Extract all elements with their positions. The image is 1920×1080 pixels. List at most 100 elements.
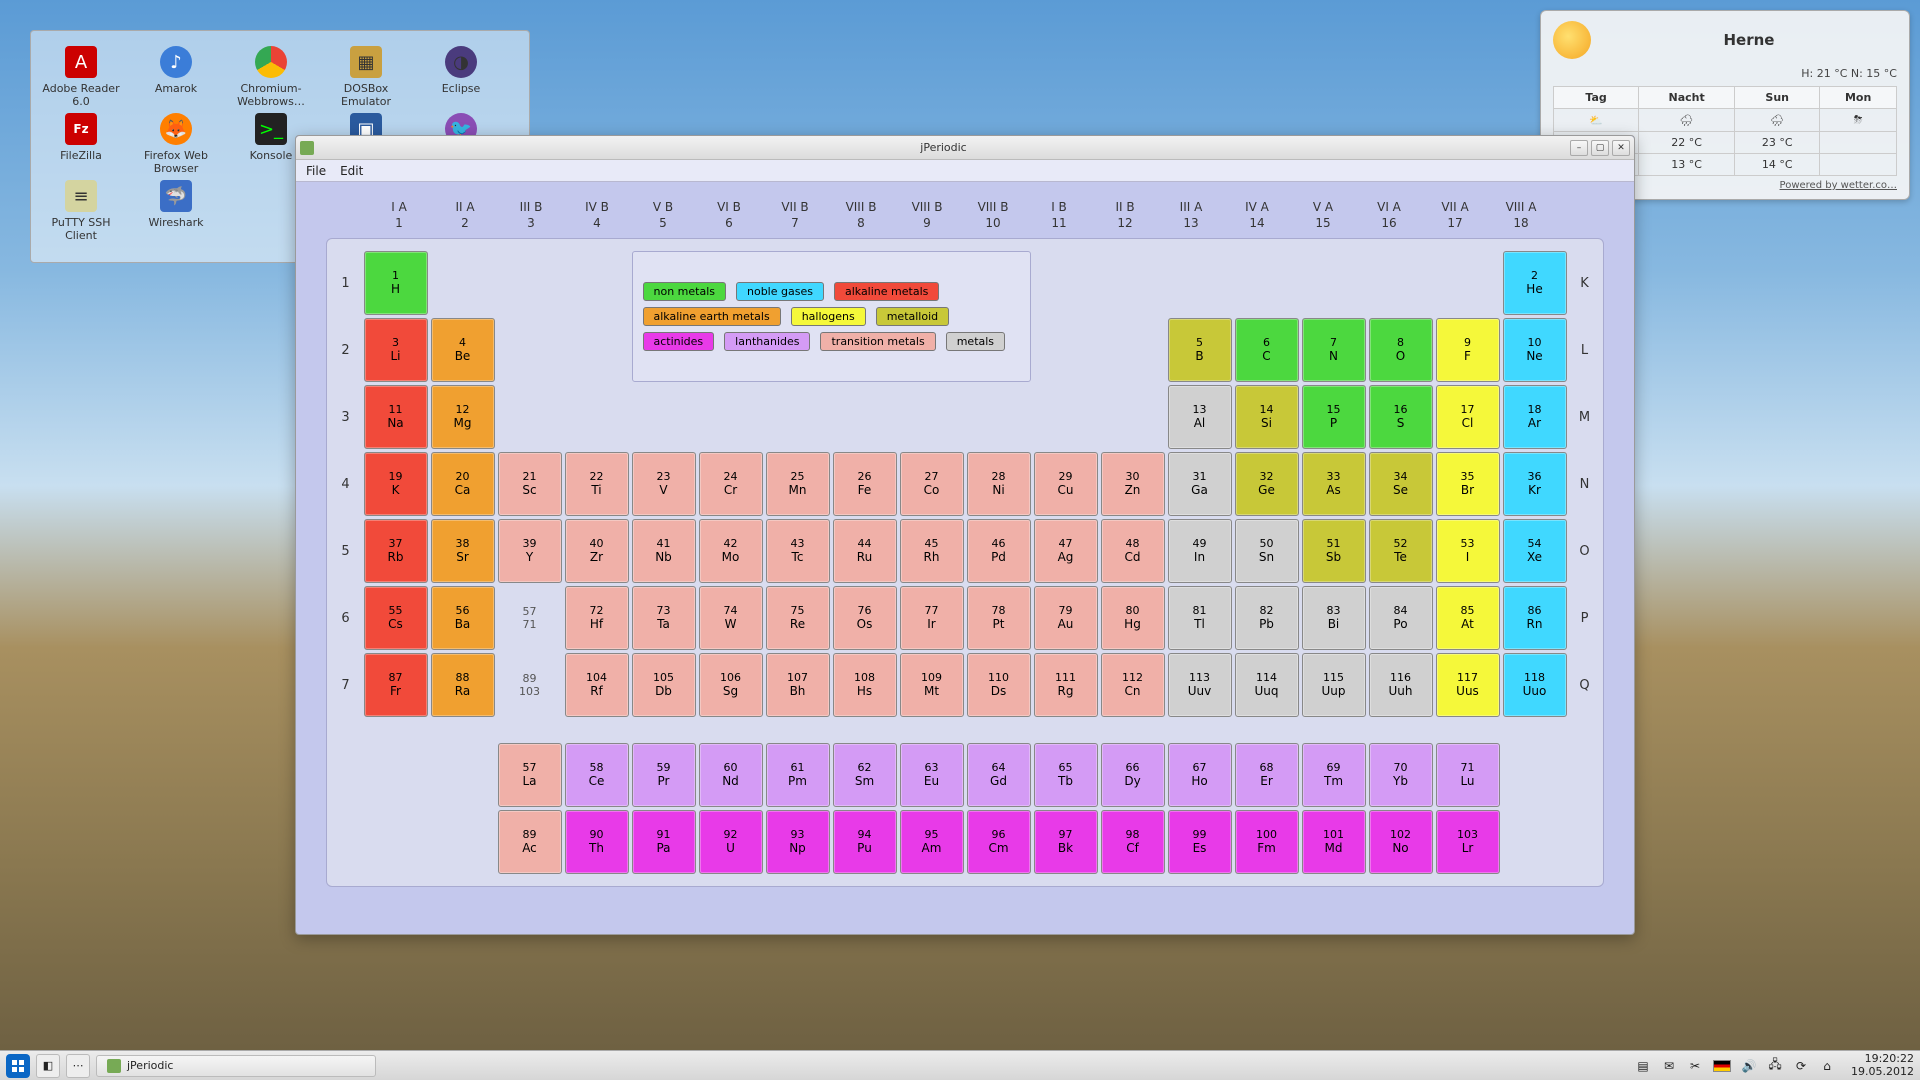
clipboard-icon[interactable]: ✂ bbox=[1687, 1058, 1703, 1074]
element-Ni[interactable]: 28Ni bbox=[967, 452, 1031, 516]
show-desktop-button[interactable]: ◧ bbox=[36, 1054, 60, 1078]
element-Ds[interactable]: 110Ds bbox=[967, 653, 1031, 717]
element-Rn[interactable]: 86Rn bbox=[1503, 586, 1567, 650]
element-Zr[interactable]: 40Zr bbox=[565, 519, 629, 583]
element-Ru[interactable]: 44Ru bbox=[833, 519, 897, 583]
element-As[interactable]: 33As bbox=[1302, 452, 1366, 516]
element-Pa[interactable]: 91Pa bbox=[632, 810, 696, 874]
element-H[interactable]: 1H bbox=[364, 251, 428, 315]
element-Db[interactable]: 105Db bbox=[632, 653, 696, 717]
element-Xe[interactable]: 54Xe bbox=[1503, 519, 1567, 583]
element-Cm[interactable]: 96Cm bbox=[967, 810, 1031, 874]
volume-icon[interactable]: 🔊 bbox=[1741, 1058, 1757, 1074]
desktop-icon[interactable]: ♪Amarok bbox=[136, 46, 216, 108]
element-Re[interactable]: 75Re bbox=[766, 586, 830, 650]
element-Er[interactable]: 68Er bbox=[1235, 743, 1299, 807]
element-Mt[interactable]: 109Mt bbox=[900, 653, 964, 717]
element-U[interactable]: 92U bbox=[699, 810, 763, 874]
element-Ar[interactable]: 18Ar bbox=[1503, 385, 1567, 449]
element-Ir[interactable]: 77Ir bbox=[900, 586, 964, 650]
legend-item[interactable]: alkaline earth metals bbox=[643, 307, 781, 326]
bluetooth-icon[interactable]: ⌂ bbox=[1819, 1058, 1835, 1074]
element-I[interactable]: 53I bbox=[1436, 519, 1500, 583]
element-Ca[interactable]: 20Ca bbox=[431, 452, 495, 516]
mail-icon[interactable]: ✉ bbox=[1661, 1058, 1677, 1074]
element-Cn[interactable]: 112Cn bbox=[1101, 653, 1165, 717]
element-Tb[interactable]: 65Tb bbox=[1034, 743, 1098, 807]
element-Fe[interactable]: 26Fe bbox=[833, 452, 897, 516]
element-Hs[interactable]: 108Hs bbox=[833, 653, 897, 717]
element-In[interactable]: 49In bbox=[1168, 519, 1232, 583]
element-Mo[interactable]: 42Mo bbox=[699, 519, 763, 583]
activity-button[interactable]: ⋯ bbox=[66, 1054, 90, 1078]
element-Ra[interactable]: 88Ra bbox=[431, 653, 495, 717]
keyboard-layout-de-icon[interactable] bbox=[1713, 1060, 1731, 1072]
element-Pr[interactable]: 59Pr bbox=[632, 743, 696, 807]
taskbar-entry-jperiodic[interactable]: jPeriodic bbox=[96, 1055, 376, 1077]
desktop-icon[interactable]: ◑Eclipse bbox=[421, 46, 501, 108]
desktop-icon[interactable]: FzFileZilla bbox=[41, 113, 121, 175]
legend-item[interactable]: lanthanides bbox=[724, 332, 810, 351]
legend-item[interactable]: noble gases bbox=[736, 282, 824, 301]
element-V[interactable]: 23V bbox=[632, 452, 696, 516]
element-Pu[interactable]: 94Pu bbox=[833, 810, 897, 874]
element-Rb[interactable]: 37Rb bbox=[364, 519, 428, 583]
element-Gd[interactable]: 64Gd bbox=[967, 743, 1031, 807]
element-Bk[interactable]: 97Bk bbox=[1034, 810, 1098, 874]
element-P[interactable]: 15P bbox=[1302, 385, 1366, 449]
element-Ag[interactable]: 47Ag bbox=[1034, 519, 1098, 583]
element-Br[interactable]: 35Br bbox=[1436, 452, 1500, 516]
element-Mn[interactable]: 25Mn bbox=[766, 452, 830, 516]
legend-item[interactable]: alkaline metals bbox=[834, 282, 939, 301]
element-Sr[interactable]: 38Sr bbox=[431, 519, 495, 583]
element-Ge[interactable]: 32Ge bbox=[1235, 452, 1299, 516]
element-Kr[interactable]: 36Kr bbox=[1503, 452, 1567, 516]
element-Nb[interactable]: 41Nb bbox=[632, 519, 696, 583]
element-Yb[interactable]: 70Yb bbox=[1369, 743, 1433, 807]
element-Eu[interactable]: 63Eu bbox=[900, 743, 964, 807]
element-O[interactable]: 8O bbox=[1369, 318, 1433, 382]
element-Cd[interactable]: 48Cd bbox=[1101, 519, 1165, 583]
element-Cu[interactable]: 29Cu bbox=[1034, 452, 1098, 516]
device-notifier-icon[interactable]: ▤ bbox=[1635, 1058, 1651, 1074]
element-Hg[interactable]: 80Hg bbox=[1101, 586, 1165, 650]
element-Uuh[interactable]: 116Uuh bbox=[1369, 653, 1433, 717]
element-Rg[interactable]: 111Rg bbox=[1034, 653, 1098, 717]
element-Ac[interactable]: 89Ac bbox=[498, 810, 562, 874]
element-No[interactable]: 102No bbox=[1369, 810, 1433, 874]
element-Es[interactable]: 99Es bbox=[1168, 810, 1232, 874]
legend-item[interactable]: hallogens bbox=[791, 307, 866, 326]
element-Y[interactable]: 39Y bbox=[498, 519, 562, 583]
element-Nd[interactable]: 60Nd bbox=[699, 743, 763, 807]
minimize-button[interactable]: – bbox=[1570, 140, 1588, 156]
network-icon[interactable]: 🖧 bbox=[1767, 1058, 1783, 1074]
element-Co[interactable]: 27Co bbox=[900, 452, 964, 516]
element-Rh[interactable]: 45Rh bbox=[900, 519, 964, 583]
element-Sg[interactable]: 106Sg bbox=[699, 653, 763, 717]
kde-menu-button[interactable] bbox=[6, 1054, 30, 1078]
element-Tc[interactable]: 43Tc bbox=[766, 519, 830, 583]
element-Au[interactable]: 79Au bbox=[1034, 586, 1098, 650]
close-button[interactable]: ✕ bbox=[1612, 140, 1630, 156]
element-S[interactable]: 16S bbox=[1369, 385, 1433, 449]
element-Dy[interactable]: 66Dy bbox=[1101, 743, 1165, 807]
element-Po[interactable]: 84Po bbox=[1369, 586, 1433, 650]
legend-item[interactable]: non metals bbox=[643, 282, 727, 301]
element-Te[interactable]: 52Te bbox=[1369, 519, 1433, 583]
element-Bh[interactable]: 107Bh bbox=[766, 653, 830, 717]
element-N[interactable]: 7N bbox=[1302, 318, 1366, 382]
element-Tm[interactable]: 69Tm bbox=[1302, 743, 1366, 807]
element-Cf[interactable]: 98Cf bbox=[1101, 810, 1165, 874]
legend-item[interactable]: actinides bbox=[643, 332, 715, 351]
desktop-icon[interactable]: ▦DOSBox Emulator bbox=[326, 46, 406, 108]
element-Sm[interactable]: 62Sm bbox=[833, 743, 897, 807]
element-Pd[interactable]: 46Pd bbox=[967, 519, 1031, 583]
element-Pm[interactable]: 61Pm bbox=[766, 743, 830, 807]
element-Tl[interactable]: 81Tl bbox=[1168, 586, 1232, 650]
desktop-icon[interactable]: Chromium-Webbrows… bbox=[231, 46, 311, 108]
element-Am[interactable]: 95Am bbox=[900, 810, 964, 874]
clock[interactable]: 19:20:22 19.05.2012 bbox=[1851, 1053, 1914, 1077]
element-B[interactable]: 5B bbox=[1168, 318, 1232, 382]
titlebar[interactable]: jPeriodic – ▢ ✕ bbox=[296, 136, 1634, 160]
element-Al[interactable]: 13Al bbox=[1168, 385, 1232, 449]
